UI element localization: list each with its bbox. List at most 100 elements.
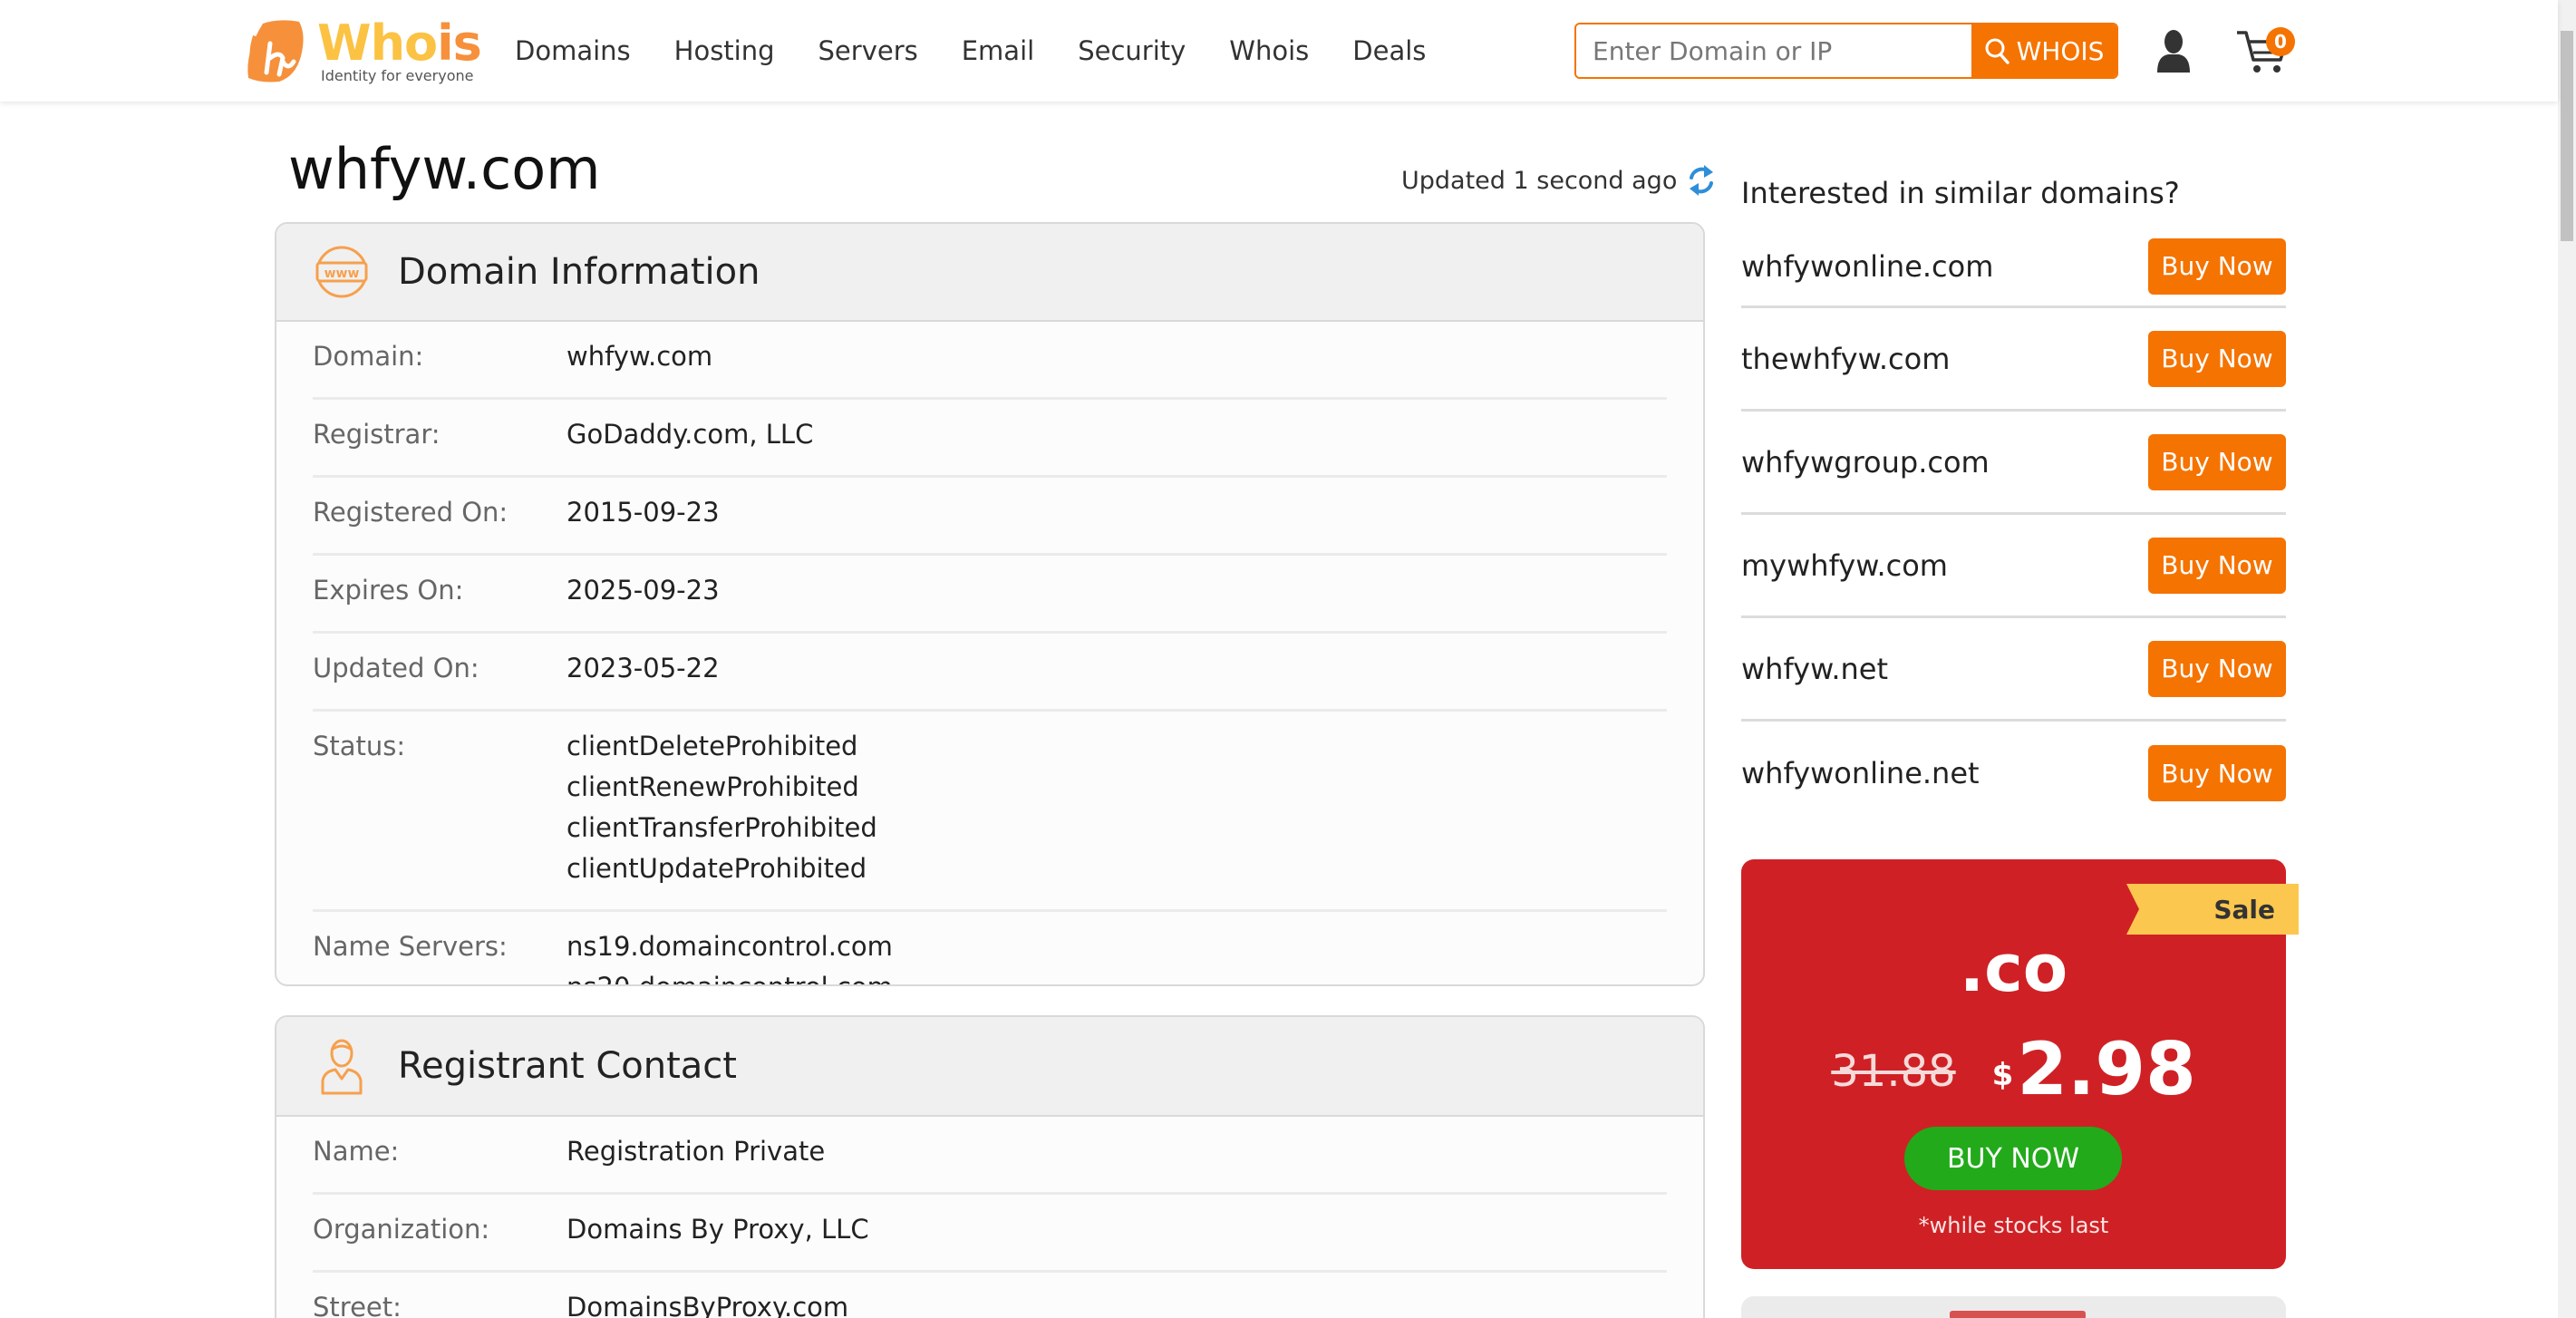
info-row-value-line: whfyw.com: [567, 341, 713, 372]
info-row: Expires On: 2025-09-23: [313, 556, 1667, 634]
info-row-value-line: 2023-05-22: [567, 653, 720, 683]
next-promo-card: [1741, 1296, 2286, 1318]
page-scrollbar[interactable]: [2558, 0, 2576, 1318]
info-row-value-line: 2025-09-23: [567, 575, 720, 606]
info-row: Updated On: 2023-05-22: [313, 634, 1667, 712]
info-row: Registered On: 2015-09-23: [313, 478, 1667, 556]
logo-wordmark: Whois: [317, 15, 482, 72]
domain-information-title: Domain Information: [398, 251, 760, 293]
similar-domain-name: mywhfyw.com: [1741, 548, 1948, 583]
sale-ribbon: Sale: [2126, 884, 2299, 935]
similar-domain-name: whfywonline.net: [1741, 756, 1980, 790]
similar-domain-item: whfyw.net Buy Now: [1741, 618, 2286, 722]
similar-domain-item: mywhfyw.com Buy Now: [1741, 515, 2286, 618]
similar-domains-panel: Interested in similar domains? whfywonli…: [1741, 163, 2286, 801]
info-row-value-line: DomainsByProxy.com: [567, 1292, 849, 1318]
scrollbar-thumb[interactable]: [2561, 31, 2573, 241]
info-row-value: GoDaddy.com, LLC: [567, 414, 813, 455]
registrant-contact-rows: Name: Registration Private Organization: Do…: [276, 1117, 1703, 1318]
domain-information-card: www Domain Information Domain: whfyw.com R…: [275, 222, 1705, 986]
similar-domains-list: whfywonline.com Buy Now thewhfyw.com Buy No…: [1741, 227, 2286, 825]
info-row-label: Name:: [313, 1136, 400, 1167]
promo-note: *while stocks last: [1918, 1213, 2109, 1238]
similar-domain-item: whfywgroup.com Buy Now: [1741, 412, 2286, 515]
info-row-label: Registered On:: [313, 497, 508, 528]
info-row: Name: Registration Private: [313, 1117, 1667, 1195]
search-icon: [1985, 38, 2009, 64]
promo-prices: 31.88 $2.98: [1741, 1033, 2286, 1106]
info-row-value-line: clientDeleteProhibited: [567, 731, 858, 761]
info-row-value-line: Domains By Proxy, LLC: [567, 1214, 869, 1245]
info-row-label: Registrar:: [313, 419, 441, 450]
info-row-value-line: 2015-09-23: [567, 497, 720, 528]
info-row-label: Street:: [313, 1292, 402, 1318]
buy-now-button[interactable]: Buy Now: [2148, 640, 2286, 697]
registrant-contact-card: Registrant Contact Name: Registration Pri…: [275, 1015, 1705, 1318]
nav-hosting[interactable]: Hosting: [674, 35, 775, 66]
user-account-icon[interactable]: [2155, 29, 2192, 73]
domain-information-header: www Domain Information: [276, 224, 1703, 322]
buy-now-button[interactable]: Buy Now: [2148, 745, 2286, 801]
page-title: whfyw.com: [288, 136, 601, 202]
similar-domain-name: whfyw.net: [1741, 651, 1889, 686]
buy-now-button[interactable]: Buy Now: [2148, 537, 2286, 594]
promo-buy-now-button[interactable]: BUY NOW: [1904, 1127, 2122, 1190]
info-row-value-line: ns19.domaincontrol.com: [567, 931, 893, 962]
whois-search-button-label: WHOIS: [2016, 35, 2105, 66]
info-row-value: 2025-09-23: [567, 570, 720, 611]
info-row-value: Registration Private: [567, 1131, 825, 1172]
svg-text:www: www: [324, 267, 360, 281]
similar-domain-name: thewhfyw.com: [1741, 341, 1951, 376]
info-row-value-line: GoDaddy.com, LLC: [567, 419, 814, 450]
similar-domain-item: whfywonline.net Buy Now: [1741, 722, 2286, 825]
info-row-label: Expires On:: [313, 575, 464, 606]
info-row-value-line: clientTransferProhibited: [567, 812, 877, 843]
info-row-value-line: ns20.domaincontrol.com: [567, 967, 893, 984]
cart-count-badge: 0: [2266, 27, 2295, 56]
similar-domain-item: whfywonline.com Buy Now: [1741, 227, 2286, 308]
refresh-icon[interactable]: [1686, 163, 1717, 198]
currency-symbol: $: [1991, 1057, 2014, 1093]
domain-search-input[interactable]: [1576, 24, 1971, 77]
info-row-label: Name Servers:: [313, 931, 508, 962]
info-row-value-line: clientUpdateProhibited: [567, 853, 867, 884]
info-row-label: Organization:: [313, 1214, 490, 1245]
nav-servers[interactable]: Servers: [818, 35, 918, 66]
info-row: Name Servers: ns19.domaincontrol.com ns20.…: [313, 912, 1667, 984]
main-nav: Domains Hosting Servers Email Security W…: [515, 27, 1469, 74]
info-row-value: Domains By Proxy, LLC: [567, 1209, 869, 1250]
info-row-value: 2023-05-22: [567, 648, 720, 689]
info-row-value: clientDeleteProhibited clientRenewProhibi…: [567, 726, 877, 889]
nav-whois[interactable]: Whois: [1229, 35, 1309, 66]
next-card-heading-peek: [1950, 1311, 2086, 1318]
promo-tld: .co: [1959, 930, 2068, 1006]
info-row-value: 2015-09-23: [567, 492, 720, 533]
person-icon: [313, 1037, 371, 1095]
buy-now-button[interactable]: Buy Now: [2148, 237, 2286, 295]
info-row: Street: DomainsByProxy.com: [313, 1273, 1667, 1318]
last-updated-text: Updated 1 second ago: [1401, 166, 1678, 195]
logo-mark-icon: [247, 20, 304, 82]
similar-domain-name: whfywgroup.com: [1741, 444, 1990, 480]
last-updated: Updated 1 second ago: [1401, 163, 1717, 198]
info-row-value: whfyw.com: [567, 336, 712, 377]
info-row-value: ns19.domaincontrol.com ns20.domaincontrol…: [567, 926, 893, 984]
logo[interactable]: Whois Identity for everyone: [243, 16, 482, 85]
nav-security[interactable]: Security: [1078, 35, 1186, 66]
info-row: Organization: Domains By Proxy, LLC: [313, 1195, 1667, 1273]
info-row-value-line: clientRenewProhibited: [567, 771, 859, 802]
info-row: Domain: whfyw.com: [313, 322, 1667, 400]
similar-domains-heading: Interested in similar domains?: [1741, 176, 2180, 210]
info-row: Registrar: GoDaddy.com, LLC: [313, 400, 1667, 478]
promo-card: Sale .co 31.88 $2.98 BUY NOW *while stoc…: [1741, 859, 2299, 1269]
info-row-label: Updated On:: [313, 653, 479, 683]
site-header: Whois Identity for everyone Domains Host…: [0, 0, 2558, 102]
info-row: Status: clientDeleteProhibited clientRenew…: [313, 712, 1667, 912]
info-row-label: Domain:: [313, 341, 424, 372]
buy-now-button[interactable]: Buy Now: [2148, 330, 2286, 387]
nav-deals[interactable]: Deals: [1352, 35, 1426, 66]
nav-email[interactable]: Email: [962, 35, 1034, 66]
whois-search-button[interactable]: WHOIS: [1971, 24, 2116, 77]
buy-now-button[interactable]: Buy Now: [2148, 433, 2286, 490]
nav-domains[interactable]: Domains: [515, 35, 631, 66]
